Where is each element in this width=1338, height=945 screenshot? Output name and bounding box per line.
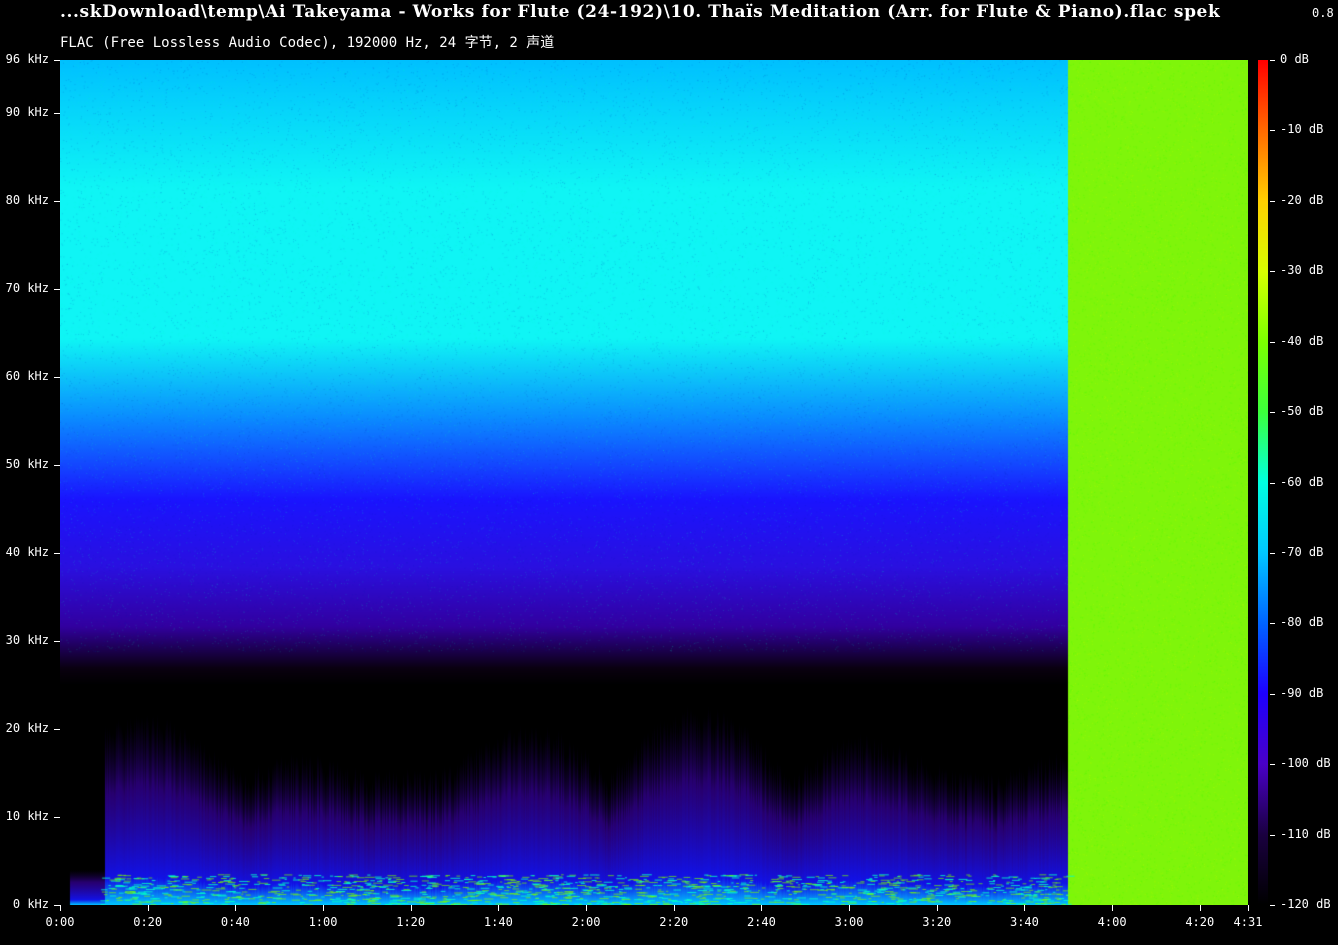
db-tick-label: -60 dB	[1280, 474, 1324, 489]
frequency-tick-label: 40 kHz	[5, 544, 49, 559]
db-tick-label: -20 dB	[1280, 192, 1324, 207]
time-tick	[235, 905, 236, 911]
time-tick	[937, 905, 938, 911]
frequency-tick	[54, 201, 60, 202]
time-tick-label: 1:00	[308, 915, 338, 929]
time-tick	[148, 905, 149, 911]
spectrogram-canvas[interactable]	[60, 60, 1248, 905]
frequency-tick-label: 10 kHz	[5, 808, 49, 823]
db-tick	[1270, 412, 1275, 413]
time-tick	[1024, 905, 1025, 911]
time-tick-label: 1:20	[396, 915, 426, 929]
time-tick	[1200, 905, 1201, 911]
db-tick	[1270, 553, 1275, 554]
time-tick-label: 4:31	[1233, 915, 1263, 929]
frequency-tick-label: 20 kHz	[5, 720, 49, 735]
db-tick-label: -90 dB	[1280, 685, 1324, 700]
db-tick	[1270, 835, 1275, 836]
time-tick-label: 0:00	[45, 915, 75, 929]
frequency-tick	[54, 465, 60, 466]
db-tick-label: -110 dB	[1280, 826, 1331, 841]
frequency-tick	[54, 377, 60, 378]
file-title: ...skDownload\temp\Ai Takeyama - Works f…	[60, 2, 1221, 22]
frequency-tick-label: 80 kHz	[5, 192, 49, 207]
frequency-tick-label: 50 kHz	[5, 456, 49, 471]
time-tick	[60, 905, 61, 911]
time-tick-label: 2:00	[571, 915, 601, 929]
frequency-tick-label: 30 kHz	[5, 632, 49, 647]
db-tick-label: -100 dB	[1280, 756, 1331, 771]
db-tick	[1270, 130, 1275, 131]
time-tick-label: 3:40	[1009, 915, 1039, 929]
frequency-tick-label: 0 kHz	[12, 897, 49, 911]
db-tick	[1270, 271, 1275, 272]
frequency-tick-label: 96 kHz	[5, 52, 49, 66]
time-tick-label: 0:40	[220, 915, 250, 929]
time-tick-label: 3:20	[922, 915, 952, 929]
db-tick-label: -40 dB	[1280, 333, 1324, 348]
db-tick	[1270, 60, 1275, 61]
db-tick	[1270, 694, 1275, 695]
db-tick-label: -70 dB	[1280, 544, 1324, 559]
time-tick-label: 4:20	[1185, 915, 1215, 929]
time-tick-label: 2:20	[659, 915, 689, 929]
time-tick-label: 0:20	[133, 915, 163, 929]
time-tick	[1248, 905, 1249, 911]
db-tick-label: 0 dB	[1280, 52, 1309, 66]
time-tick	[849, 905, 850, 911]
frequency-tick	[54, 817, 60, 818]
time-tick	[1112, 905, 1113, 911]
db-tick-label: -80 dB	[1280, 615, 1324, 630]
db-tick	[1270, 201, 1275, 202]
db-tick	[1270, 905, 1275, 906]
version-label: 0.8	[1312, 6, 1334, 20]
frequency-tick	[54, 641, 60, 642]
frequency-tick-label: 90 kHz	[5, 104, 49, 119]
frequency-tick-label: 60 kHz	[5, 368, 49, 383]
codec-info: FLAC (Free Lossless Audio Codec), 192000…	[60, 35, 555, 51]
db-tick-label: -30 dB	[1280, 263, 1324, 278]
time-tick	[586, 905, 587, 911]
db-tick	[1270, 764, 1275, 765]
time-tick	[674, 905, 675, 911]
time-tick-label: 1:40	[483, 915, 513, 929]
time-tick	[761, 905, 762, 911]
frequency-tick	[54, 60, 60, 61]
frequency-tick	[54, 729, 60, 730]
frequency-tick	[54, 289, 60, 290]
frequency-tick-label: 70 kHz	[5, 280, 49, 295]
db-tick	[1270, 623, 1275, 624]
frequency-tick	[54, 553, 60, 554]
decibel-colorbar	[1258, 60, 1268, 905]
frequency-tick	[54, 113, 60, 114]
db-tick-label: -10 dB	[1280, 122, 1324, 137]
time-tick	[323, 905, 324, 911]
db-tick	[1270, 483, 1275, 484]
db-tick	[1270, 342, 1275, 343]
time-tick	[498, 905, 499, 911]
time-tick-label: 2:40	[746, 915, 776, 929]
time-tick-label: 3:00	[834, 915, 864, 929]
db-tick-label: -50 dB	[1280, 404, 1324, 419]
time-tick-label: 4:00	[1097, 915, 1127, 929]
db-tick-label: -120 dB	[1280, 897, 1331, 911]
time-tick	[411, 905, 412, 911]
